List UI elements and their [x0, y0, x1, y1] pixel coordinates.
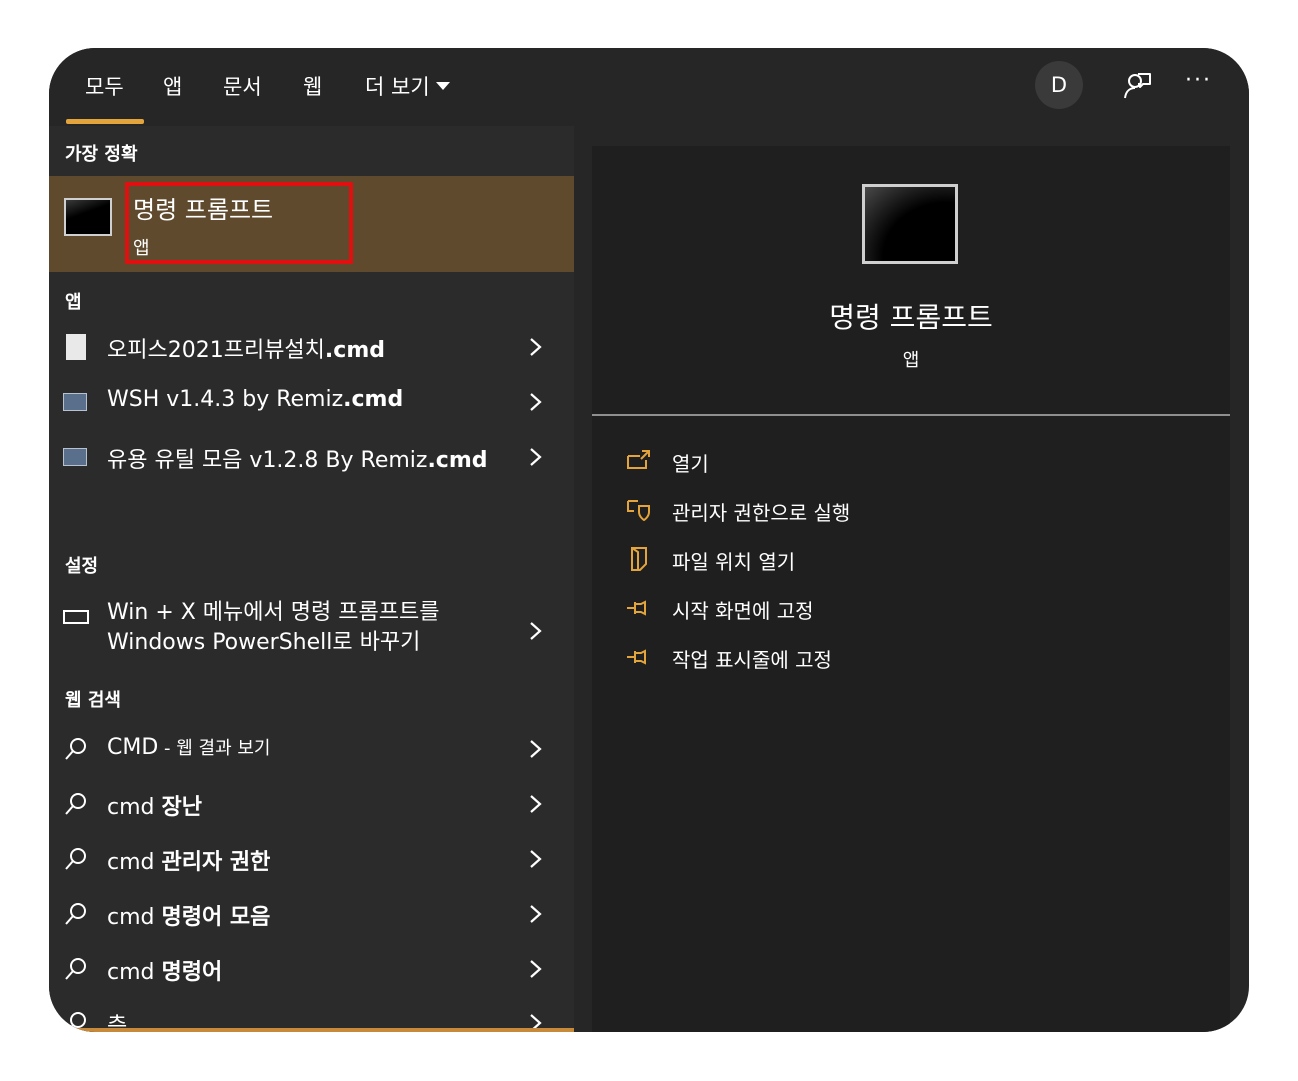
more-options-icon[interactable]: ···: [1185, 68, 1212, 93]
list-item-label: Win + X 메뉴에서 명령 프롬프트를 Windows PowerShell로…: [107, 600, 440, 655]
list-item-web-1[interactable]: CMD - 웹 결과 보기: [49, 724, 574, 776]
action-label: 시작 화면에 고정: [672, 599, 814, 623]
tab-web[interactable]: 웹: [303, 72, 322, 102]
avatar[interactable]: D: [1035, 61, 1083, 109]
list-item-web-2[interactable]: cmd 장난: [49, 779, 574, 831]
chevron-right-icon: [530, 338, 542, 356]
list-item-web-3[interactable]: cmd 관리자 권한: [49, 834, 574, 886]
list-item-label: cmd 관리자 권한: [107, 850, 271, 875]
script-icon: [63, 448, 87, 466]
search-tabs-bar: 모두 앱 문서 웹 더 보기 D ···: [49, 48, 1249, 126]
chevron-right-icon: [530, 622, 542, 640]
open-icon: [627, 450, 650, 469]
list-item-app-3[interactable]: 유용 유틸 모음 v1.2.8 By Remiz.cmd: [49, 432, 574, 484]
list-item-label: cmd 장난: [107, 795, 202, 820]
divider: [592, 414, 1230, 416]
search-icon: [65, 793, 86, 815]
tab-all[interactable]: 모두: [85, 72, 124, 102]
search-icon: [65, 848, 86, 870]
search-window: 모두 앱 문서 웹 더 보기 D ··· 가장 정확 명령 프롬프트 앱 앱 오…: [49, 48, 1249, 1032]
pin-icon: [627, 649, 646, 665]
tab-more[interactable]: 더 보기: [365, 72, 450, 102]
action-label: 열기: [672, 452, 709, 476]
search-icon: [65, 903, 86, 925]
command-prompt-icon: [64, 198, 112, 236]
folder-icon: [631, 547, 647, 571]
preview-panel: 명령 프롬프트 앱 열기 관리자 권한으로 실행 파일 위치 열기 시작 화면에…: [592, 146, 1230, 1032]
list-item-web-5[interactable]: cmd 명령어: [49, 944, 574, 996]
best-match-subtitle: 앱: [133, 238, 150, 259]
list-item-app-2[interactable]: WSH v1.4.3 by Remiz.cmd: [49, 377, 574, 429]
action-label: 관리자 권한으로 실행: [672, 501, 851, 525]
search-icon: [65, 958, 86, 980]
chevron-right-icon: [530, 905, 542, 923]
section-settings: 설정: [65, 556, 99, 577]
scroll-edge-accent: [49, 1028, 574, 1032]
tab-apps[interactable]: 앱: [163, 72, 182, 102]
chevron-right-icon: [530, 795, 542, 813]
list-item-label: WSH v1.4.3 by Remiz.cmd: [107, 387, 404, 412]
action-label: 파일 위치 열기: [672, 550, 796, 574]
chevron-right-icon: [530, 960, 542, 978]
chevron-right-icon: [530, 850, 542, 868]
list-item-web-6[interactable]: 층: [49, 998, 574, 1032]
script-icon: [63, 393, 87, 411]
pin-icon: [627, 600, 646, 616]
list-item-setting[interactable]: Win + X 메뉴에서 명령 프롬프트를 Windows PowerShell로…: [49, 596, 574, 668]
list-item-label: 유용 유틸 모음 v1.2.8 By Remiz.cmd: [107, 448, 488, 473]
shield-icon: [627, 500, 650, 522]
feedback-icon[interactable]: [1121, 70, 1153, 102]
section-web-search: 웹 검색: [65, 690, 121, 711]
list-item-web-4[interactable]: cmd 명령어 모음: [49, 889, 574, 941]
preview-title: 명령 프롬프트: [829, 301, 993, 334]
chevron-right-icon: [530, 393, 542, 411]
document-icon: [66, 334, 86, 360]
list-item-label: cmd 명령어 모음: [107, 905, 271, 930]
section-best-match: 가장 정확: [65, 144, 138, 165]
chevron-right-icon: [530, 740, 542, 758]
active-tab-indicator: [66, 119, 144, 124]
tab-more-label: 더 보기: [365, 75, 430, 99]
best-match-title: 명령 프롬프트: [133, 196, 274, 224]
results-panel: 가장 정확 명령 프롬프트 앱 앱 오피스2021프리뷰설치.cmd WSH v…: [49, 126, 574, 1032]
chevron-right-icon: [530, 448, 542, 466]
preview-subtitle: 앱: [902, 350, 920, 371]
action-label: 작업 표시줄에 고정: [672, 648, 832, 672]
list-item-app-1[interactable]: 오피스2021프리뷰설치.cmd: [49, 322, 574, 374]
section-apps: 앱: [65, 292, 82, 313]
command-prompt-icon: [862, 184, 958, 264]
list-item-label: cmd 명령어: [107, 960, 223, 985]
list-item-label: CMD - 웹 결과 보기: [107, 735, 271, 760]
search-icon: [65, 738, 86, 760]
tab-documents[interactable]: 문서: [223, 72, 262, 102]
caret-down-icon: [435, 82, 450, 90]
list-item-label: 오피스2021프리뷰설치.cmd: [107, 338, 385, 363]
keyboard-icon: [63, 610, 89, 624]
best-match-item[interactable]: 명령 프롬프트 앱: [49, 176, 574, 272]
